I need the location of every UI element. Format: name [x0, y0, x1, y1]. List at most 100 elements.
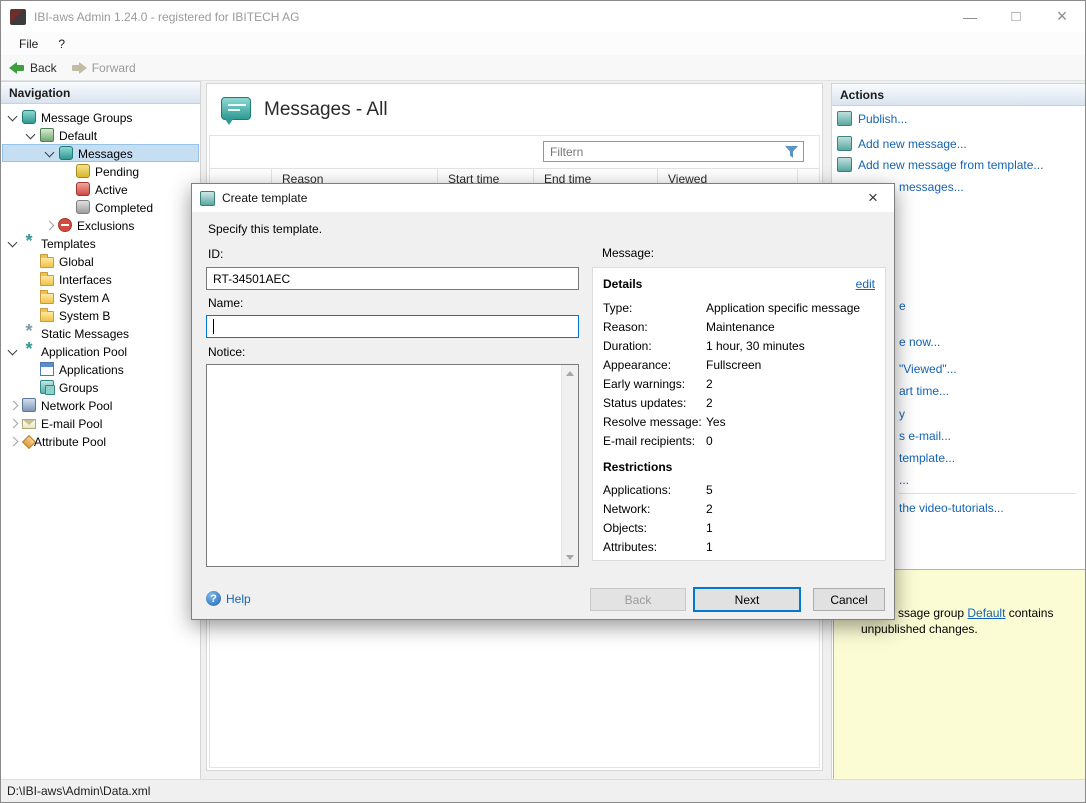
tree-item-network-pool[interactable]: Network Pool [2, 396, 199, 414]
notice-label: Notice: [208, 345, 246, 359]
action-fragment[interactable]: messages... [899, 180, 964, 194]
groups-icon [40, 380, 55, 395]
tree-item-interfaces[interactable]: Interfaces [2, 270, 199, 288]
detail-row-label: Network: [603, 501, 651, 516]
chevron-right-icon[interactable] [8, 436, 19, 446]
chevron-down-icon[interactable] [25, 129, 36, 139]
scroll-up-icon[interactable] [566, 371, 574, 376]
chevron-right-icon[interactable] [8, 400, 19, 410]
help-label: Help [226, 591, 251, 606]
msg-gray-icon [76, 200, 90, 214]
next-button[interactable]: Next [693, 587, 801, 612]
pool-icon [22, 344, 36, 358]
menu-file[interactable]: File [9, 34, 48, 54]
template-icon [200, 190, 215, 206]
help-link[interactable]: Help [206, 591, 251, 606]
tree-item-system-a[interactable]: System A [2, 288, 199, 306]
folder-icon [40, 290, 54, 304]
exclusion-icon [58, 218, 72, 232]
messages-icon [59, 146, 73, 160]
action-publish[interactable]: Publish... [837, 111, 907, 126]
chevron-right-icon[interactable] [8, 418, 19, 428]
back-nav-button[interactable]: Back [9, 61, 57, 75]
name-field[interactable] [206, 315, 579, 338]
tree-item-global[interactable]: Global [2, 252, 199, 270]
menu-help[interactable]: ? [48, 34, 75, 54]
chevron-down-icon[interactable] [7, 345, 18, 355]
tree-item-pending[interactable]: Pending [2, 162, 199, 180]
tree-item-label: Application Pool [41, 344, 128, 359]
detail-row: Duration: 1 hour, 30 minutes [603, 336, 875, 355]
chevron-right-icon[interactable] [44, 220, 55, 230]
tree-item-label: Default [59, 128, 98, 143]
edit-link[interactable]: edit [856, 277, 875, 291]
dialog-titlebar[interactable]: Create template [192, 184, 894, 212]
action-fragment[interactable]: y [899, 407, 905, 421]
static-icon [22, 326, 36, 340]
detail-row-value: Application specific message [706, 300, 861, 315]
restrictions-heading: Restrictions [603, 460, 673, 474]
tree-item-label: Interfaces [59, 272, 112, 287]
cancel-button[interactable]: Cancel [813, 588, 885, 611]
action-fragment[interactable]: s e-mail... [899, 429, 951, 443]
action-add-new-message-from-template[interactable]: Add new message from template... [837, 157, 1043, 172]
detail-row-label: Appearance: [603, 357, 672, 372]
tree-item-applications[interactable]: Applications [2, 360, 199, 378]
tree-item-application-pool[interactable]: Application Pool [2, 342, 199, 360]
tree-item-message-groups[interactable]: Message Groups [2, 108, 199, 126]
tree-item-messages[interactable]: Messages [2, 144, 199, 162]
action-fragment[interactable]: template... [899, 451, 955, 465]
default-group-link[interactable]: Default [967, 606, 1005, 620]
message-details-panel: Details edit Type: Application specific m… [592, 267, 886, 561]
tree-item-completed[interactable]: Completed [2, 198, 199, 216]
chevron-down-icon[interactable] [44, 147, 55, 157]
action-fragment[interactable]: e [899, 299, 906, 313]
page-title: Messages - All [264, 99, 388, 120]
tree-item-label: Network Pool [41, 398, 113, 413]
tree-item-e-mail-pool[interactable]: E-mail Pool [2, 414, 199, 432]
tree-item-attribute-pool[interactable]: Attribute Pool [2, 432, 199, 450]
messages-icon [221, 97, 251, 125]
chevron-down-icon[interactable] [7, 111, 18, 121]
close-button[interactable] [1039, 1, 1085, 32]
filter-input[interactable] [544, 142, 785, 161]
maximize-button[interactable] [993, 1, 1039, 32]
action-fragment[interactable]: ... [899, 473, 909, 487]
detail-row: Early warnings: 2 [603, 374, 875, 393]
detail-row: E-mail recipients: 0 [603, 431, 875, 450]
chevron-down-icon[interactable] [7, 237, 18, 247]
template-icon [22, 236, 36, 250]
tree-item-label: Static Messages [41, 326, 130, 341]
action-fragment[interactable]: art time... [899, 384, 949, 398]
minimize-button[interactable] [947, 1, 993, 32]
filter-funnel-icon[interactable] [785, 145, 798, 158]
detail-row-label: Objects: [603, 520, 648, 535]
detail-row-label: Duration: [603, 338, 652, 353]
id-label: ID: [208, 247, 224, 261]
forward-nav-button[interactable]: Forward [71, 61, 136, 75]
tree-item-default[interactable]: Default [2, 126, 199, 144]
tree-item-active[interactable]: Active [2, 180, 199, 198]
help-icon [206, 591, 221, 606]
action-fragment[interactable]: "Viewed"... [899, 362, 957, 376]
action-fragment[interactable]: the video-tutorials... [899, 501, 1004, 515]
back-button[interactable]: Back [590, 588, 686, 611]
action-fragment[interactable]: e now... [899, 335, 940, 349]
scrollbar[interactable] [561, 365, 578, 566]
tree-item-label: Active [95, 182, 128, 197]
scroll-down-icon[interactable] [566, 555, 574, 560]
action-label: Add new message from template... [858, 157, 1044, 172]
tree-item-label: Message Groups [41, 110, 133, 125]
notice-textarea-input[interactable] [207, 365, 560, 566]
tree-item-templates[interactable]: Templates [2, 234, 199, 252]
action-add-new-message[interactable]: Add new message... [837, 136, 967, 151]
id-field[interactable] [206, 267, 579, 290]
dialog-close-button[interactable] [852, 184, 894, 212]
tree-item-groups[interactable]: Groups [2, 378, 199, 396]
msg-yellow-icon [76, 164, 90, 178]
detail-row-value: Fullscreen [706, 357, 762, 372]
restrictions-rows: Applications: 5 Network: 2 Objects: 1 Attribut… [603, 480, 875, 556]
notice-text-line1: ssage group Default contains [898, 606, 1054, 620]
detail-row-value: Yes [706, 414, 726, 429]
notice-textarea [206, 364, 579, 567]
